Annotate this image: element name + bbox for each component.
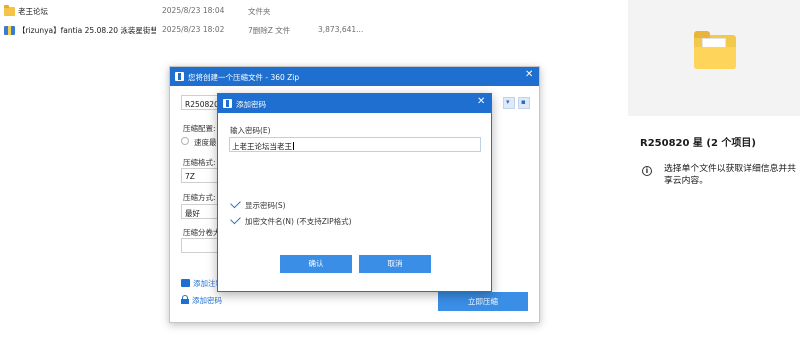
file-row-folder[interactable]: 老王论坛 2025/8/23 18:04 文件夹 [0, 2, 628, 20]
file-type: 7删除Z 文件 [248, 26, 291, 35]
confirm-button[interactable]: 确认 [280, 255, 352, 273]
file-name: 【rizunya】fantia 25.08.20 泳装星街彗... [18, 26, 156, 35]
dialog-title: 添加密码 [236, 100, 266, 109]
add-password-dialog: 添加密码 ✕ 输入密码(E) 上老王论坛当老王 显示密码(S) 加密文件名(N)… [217, 93, 492, 292]
history-dropdown-button[interactable]: ▾ [503, 97, 515, 109]
browse-folder-button[interactable]: ▪ [518, 97, 530, 109]
zip-window-title: 您将创建一个压缩文件 - 360 Zip [188, 73, 300, 82]
password-input-label: 输入密码(E) [230, 126, 271, 135]
format-label: 压缩格式: [183, 158, 216, 167]
file-size: 3,873,641... [318, 25, 364, 34]
preview-area [628, 0, 800, 116]
folder-preview-icon [694, 31, 736, 69]
checkmark-icon [230, 213, 241, 225]
encrypt-filenames-checkbox[interactable]: 加密文件名(N) (不支持ZIP格式) [230, 213, 352, 227]
folder-icon: ▪ [521, 98, 526, 106]
details-title: R250820 星 (2 个项目) [640, 138, 756, 149]
zip-close-icon[interactable]: ✕ [525, 69, 533, 80]
speed-radio[interactable] [181, 137, 189, 145]
add-password-link[interactable]: 添加密码 [181, 295, 222, 306]
file-date: 2025/8/23 18:02 [162, 25, 225, 34]
file-name: 老王论坛 [18, 7, 48, 16]
checkmark-icon [230, 197, 241, 209]
dialog-close-icon[interactable]: ✕ [477, 96, 485, 107]
zip-titlebar[interactable]: 您将创建一个压缩文件 - 360 Zip ✕ [170, 67, 539, 86]
file-date: 2025/8/23 18:04 [162, 6, 225, 15]
info-icon: i [642, 166, 652, 176]
file-type: 文件夹 [248, 7, 271, 16]
lock-icon [181, 295, 189, 304]
details-pane: R250820 星 (2 个项目) i 选择单个文件以获取详细信息并共享云内容。 [628, 0, 800, 337]
archive-icon [4, 26, 15, 35]
start-compress-button[interactable]: 立即压缩 [438, 292, 528, 311]
file-row-archive[interactable]: 【rizunya】fantia 25.08.20 泳装星街彗... 2025/8… [0, 21, 628, 39]
chevron-down-icon: ▾ [506, 98, 510, 106]
comment-icon [181, 279, 190, 287]
dialog-titlebar[interactable]: 添加密码 ✕ [218, 94, 491, 113]
show-password-checkbox[interactable]: 显示密码(S) [230, 197, 286, 211]
folder-icon [4, 5, 15, 16]
compress-config-label: 压缩配置: [183, 124, 216, 133]
speed-option-label: 速度最 [194, 138, 217, 147]
zip-app-icon [175, 72, 184, 81]
password-input[interactable]: 上老王论坛当老王 [229, 137, 481, 152]
method-label: 压缩方式: [183, 193, 216, 202]
text-caret [293, 142, 294, 150]
zip-app-icon [223, 99, 232, 108]
cancel-button[interactable]: 取消 [359, 255, 431, 273]
details-info-text: 选择单个文件以获取详细信息并共享云内容。 [664, 164, 796, 186]
